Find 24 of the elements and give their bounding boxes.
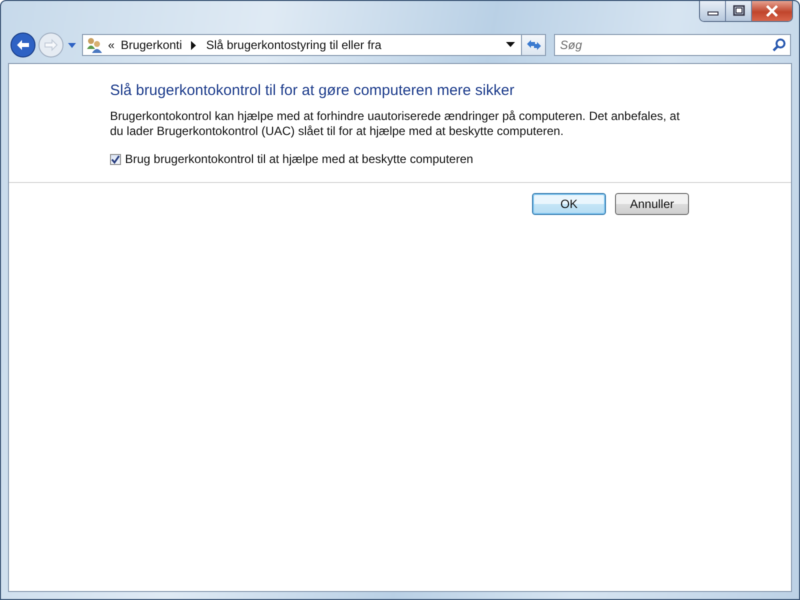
breadcrumb-overflow[interactable]: « [108, 38, 115, 52]
breadcrumb-item[interactable]: Brugerkonti [120, 38, 182, 52]
page-heading: Slå brugerkontokontrol til for at gøre computeren mere sikker [110, 82, 516, 99]
minimize-button[interactable] [700, 1, 726, 21]
back-button[interactable] [10, 32, 36, 58]
refresh-button[interactable] [522, 34, 546, 56]
search-icon[interactable] [772, 38, 786, 52]
checkbox-label[interactable]: Brug brugerkontokontrol til at hjælpe med at beskytte computeren [125, 152, 474, 166]
maximize-button[interactable] [726, 1, 752, 21]
address-bar[interactable]: « Brugerkonti Slå brugerkontostyring til eller fra [82, 34, 522, 56]
breadcrumb-arrow-icon[interactable] [191, 40, 198, 50]
checkbox[interactable] [110, 154, 121, 164]
recent-pages-caret-icon[interactable] [67, 41, 77, 49]
search-field[interactable]: Søg [554, 34, 791, 56]
breadcrumb-item[interactable]: Slå brugerkontostyring til eller fra [206, 38, 382, 52]
description-text: Brugerkontokontrol kan hjælpe med at forhindre uautoriserede ændringer på computeren. Det anbefales, at du lader Brugerkontokontrol (UAC) slået til for at hjælpe med at beskytte computeren. [110, 109, 681, 139]
refresh-arrows-icon [526, 38, 542, 52]
close-icon [765, 5, 779, 17]
close-button[interactable] [752, 1, 792, 21]
dialog-button[interactable]: Annuller [615, 193, 689, 215]
dropdown-caret-icon[interactable] [506, 42, 515, 48]
users-icon [86, 37, 102, 53]
dialog-button[interactable]: OK [532, 193, 606, 215]
maximize-icon [732, 5, 746, 17]
